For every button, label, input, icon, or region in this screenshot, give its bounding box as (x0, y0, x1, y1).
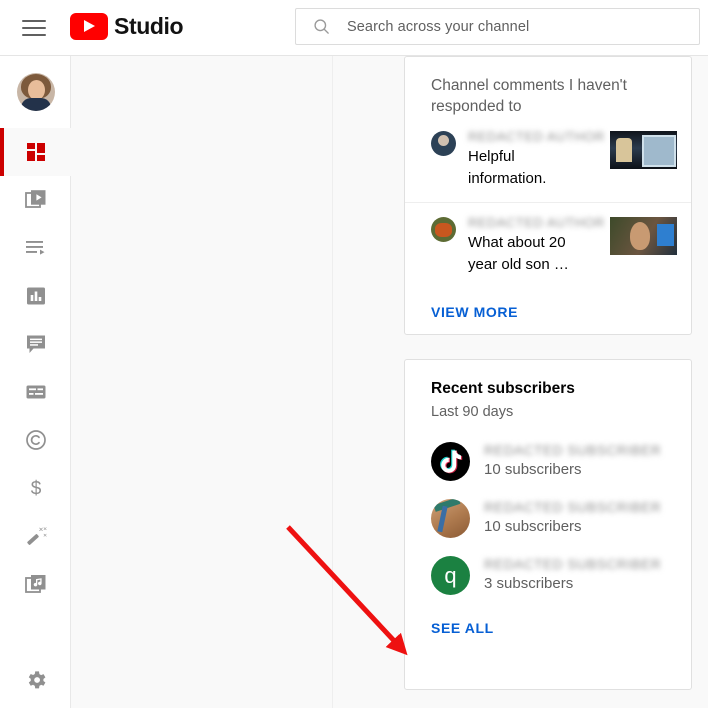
sidebar-item-settings[interactable] (0, 656, 71, 704)
comment-bubble-icon (26, 335, 45, 353)
magic-wand-icon: ✕ ✕ ✕ (26, 527, 47, 545)
subscriber-row[interactable]: q REDACTED SUBSCRIBER C 3 subscribers (405, 547, 691, 604)
card-title-subscribers: Recent subscribers (431, 380, 575, 397)
subscriber-name: REDACTED SUBSCRIBER A (484, 442, 665, 458)
sidebar-item-audio-library[interactable] (0, 560, 71, 608)
playlist-icon (25, 241, 44, 255)
gear-icon (28, 671, 45, 689)
commenter-avatar (431, 131, 456, 156)
channel-comments-card: Channel comments I haven't responded to … (404, 56, 692, 335)
sidebar-item-playlists[interactable] (0, 224, 71, 272)
subscriber-body: REDACTED SUBSCRIBER B 10 subscribers (484, 500, 665, 538)
studio-logo[interactable]: Studio (70, 13, 184, 40)
hamburger-bar (22, 20, 46, 22)
comment-text: What about 20 year old son … (468, 234, 569, 273)
avatar-face (27, 80, 45, 100)
left-sidebar: $ ✕ ✕ ✕ (0, 56, 71, 708)
avatar[interactable] (0, 56, 71, 128)
video-stack-icon (24, 190, 45, 208)
main-content: Channel comments I haven't responded to … (71, 56, 708, 708)
brand-name: Studio (114, 13, 184, 39)
search-icon (314, 19, 329, 34)
search-input[interactable]: Search across your channel (295, 8, 700, 45)
avatar-body (20, 98, 51, 111)
comment-body: REDACTED AUTHOR B What about 20 year old… (468, 215, 604, 276)
youtube-studio-dashboard: Studio Search across your channel $ ✕ ✕ … (0, 0, 708, 708)
card-title-comments: Channel comments I haven't responded to (431, 77, 627, 115)
video-thumbnail[interactable] (610, 131, 677, 169)
card-subtitle-subscribers: Last 90 days (431, 404, 514, 420)
tiktok-logo-avatar (431, 442, 470, 481)
subscriber-count: 10 subscribers (484, 517, 582, 535)
photo-avatar (431, 499, 470, 538)
dollar-sign-icon: $ (30, 479, 41, 500)
copyright-icon (25, 430, 46, 450)
letter-avatar: q (431, 556, 470, 595)
search-placeholder: Search across your channel (347, 18, 530, 35)
subscriber-body: REDACTED SUBSCRIBER C 3 subscribers (484, 557, 665, 595)
comment-row[interactable]: REDACTED AUTHOR B What about 20 year old… (405, 202, 691, 288)
sidebar-item-customization[interactable]: ✕ ✕ ✕ (0, 512, 71, 560)
tiktok-icon (440, 449, 463, 474)
subscriber-name: REDACTED SUBSCRIBER C (484, 556, 665, 572)
video-thumbnail[interactable] (610, 217, 677, 255)
svg-text:✕: ✕ (43, 533, 47, 539)
sidebar-item-comments[interactable] (0, 320, 71, 368)
hamburger-menu-icon[interactable] (22, 16, 48, 40)
view-more-link[interactable]: VIEW MORE (405, 288, 544, 320)
youtube-play-icon (70, 13, 108, 40)
subscriber-body: REDACTED SUBSCRIBER A 10 subscribers (484, 443, 665, 481)
commenter-name: REDACTED AUTHOR A (468, 129, 604, 144)
sidebar-item-subtitles[interactable] (0, 368, 71, 416)
analytics-bar-icon (26, 287, 45, 305)
subscriber-row[interactable]: REDACTED SUBSCRIBER B 10 subscribers (405, 490, 691, 547)
dashboard-left-column (71, 56, 333, 708)
channel-avatar[interactable] (16, 73, 55, 111)
comment-body: REDACTED AUTHOR A Helpful information. (468, 129, 604, 190)
commenter-name: REDACTED AUTHOR B (468, 215, 604, 230)
music-note-icon (24, 575, 45, 593)
svg-text:✕: ✕ (43, 527, 47, 533)
commenter-avatar (431, 217, 456, 242)
subscriber-name: REDACTED SUBSCRIBER B (484, 499, 665, 515)
see-all-link[interactable]: SEE ALL (405, 604, 520, 636)
hamburger-bar (22, 27, 46, 29)
dashboard-grid-icon (26, 143, 45, 161)
sidebar-item-dashboard[interactable] (0, 128, 71, 176)
recent-subscribers-card: Recent subscribers Last 90 days REDACTED… (404, 359, 692, 690)
sidebar-item-earn[interactable]: $ (0, 464, 71, 512)
subscriber-row[interactable]: REDACTED SUBSCRIBER A 10 subscribers (405, 433, 691, 490)
comment-text: Helpful information. (468, 148, 547, 187)
subscriber-count: 3 subscribers (484, 574, 574, 592)
subscriber-count: 10 subscribers (484, 460, 582, 478)
hamburger-bar (22, 34, 46, 36)
sidebar-item-analytics[interactable] (0, 272, 71, 320)
comment-row[interactable]: REDACTED AUTHOR A Helpful information. (405, 117, 691, 202)
subtitles-icon (26, 385, 45, 399)
top-bar: Studio Search across your channel (0, 0, 708, 56)
sidebar-item-copyright[interactable] (0, 416, 71, 464)
svg-text:$: $ (30, 479, 41, 500)
sidebar-item-content[interactable] (0, 176, 71, 224)
